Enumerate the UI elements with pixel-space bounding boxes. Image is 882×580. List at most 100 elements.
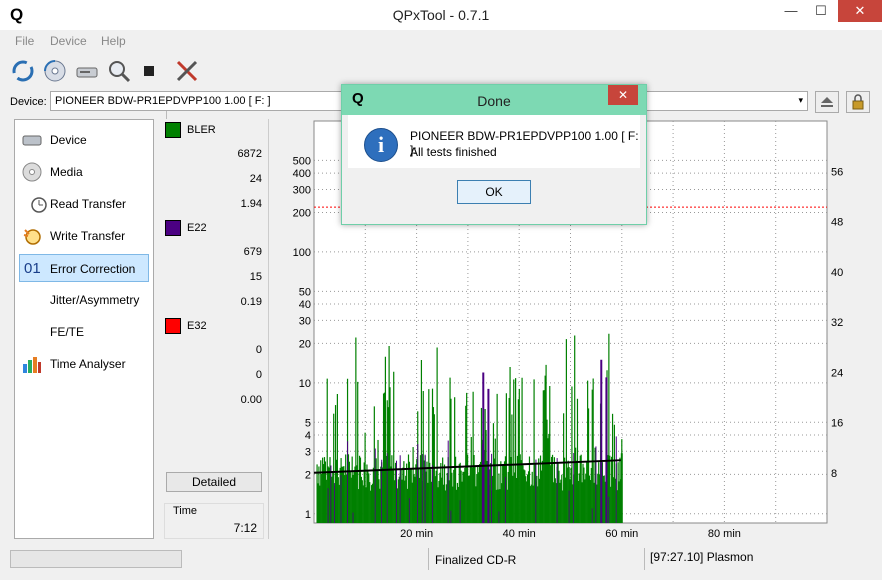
stats-panel: BLER 6872 24 1.94 E22 679 15 0.19 E32 0 … [160, 119, 269, 539]
bler-name: BLER [187, 124, 216, 136]
bler-max: 24 [249, 173, 262, 185]
time-label: Time [173, 505, 198, 517]
time-box: Time 7:12 [164, 503, 264, 539]
status-bar: Finalized CD-R [97:27.10] Plasmon [0, 546, 882, 580]
eject-button[interactable] [815, 91, 839, 113]
tools-icon[interactable] [174, 58, 200, 84]
binary-01-icon: 01 [24, 260, 41, 277]
title-bar: Q QPxTool - 0.7.1 — ☐ ✕ [0, 0, 882, 30]
media-type-status: Finalized CD-R [435, 553, 517, 567]
nav-label: Time Analyser [50, 357, 126, 371]
search-disc-icon[interactable] [106, 58, 132, 84]
stop-icon[interactable] [136, 58, 162, 84]
y-left-tick-label: 3 [305, 446, 311, 458]
bar-chart-icon [22, 354, 42, 374]
bler-swatch [165, 122, 181, 138]
info-icon: i [364, 128, 398, 162]
y-left-tick-label: 200 [293, 208, 311, 220]
y-left-tick-label: 40 [299, 299, 311, 311]
y-left-tick-label: 4 [305, 430, 311, 442]
y-left-tick-label: 30 [299, 315, 311, 327]
y-right-tick-label: 48 [831, 217, 843, 229]
y-left-tick-label: 5 [305, 417, 311, 429]
device-select-value: PIONEER BDW-PR1EPDVPP100 1.00 [ F: ] [55, 95, 271, 107]
refresh-icon[interactable] [10, 58, 36, 84]
device-label: Device: [10, 96, 47, 108]
menu-device[interactable]: Device [50, 34, 87, 48]
nav-label: Error Correction [50, 262, 136, 276]
e22-max: 15 [249, 271, 262, 283]
nav-item-time-analyser[interactable]: Time Analyser [19, 350, 149, 378]
y-right-tick-label: 40 [831, 267, 843, 279]
y-left-tick-label: 50 [299, 286, 311, 298]
x-tick-label: 20 min [400, 528, 433, 540]
dialog-message-status: All tests finished [410, 145, 497, 159]
bler-avg: 1.94 [240, 198, 262, 210]
y-right-tick-label: 32 [831, 317, 843, 329]
detailed-button[interactable]: Detailed [166, 472, 262, 492]
e22-swatch [165, 220, 181, 236]
nav-item-jitter-asymmetry[interactable]: Jitter/Asymmetry [19, 286, 149, 314]
toolbar [0, 52, 882, 134]
disc-scan-icon[interactable] [42, 58, 68, 84]
nav-item-write-transfer[interactable]: Write Transfer [19, 222, 149, 250]
y-left-tick-label: 100 [293, 247, 311, 259]
nav-label: Jitter/Asymmetry [50, 293, 140, 307]
nav-item-error-correction[interactable]: 01 Error Correction [19, 254, 149, 282]
e22-name: E22 [187, 222, 207, 234]
y-right-tick-label: 24 [831, 367, 843, 379]
e22-avg: 0.19 [240, 296, 262, 308]
media-id-status: [97:27.10] Plasmon [650, 550, 754, 564]
e32-total: 0 [255, 344, 262, 356]
x-tick-label: 60 min [605, 528, 638, 540]
progress-bar [10, 550, 182, 568]
nav-label: FE/TE [50, 325, 85, 339]
nav-item-media[interactable]: Media [19, 158, 149, 186]
dialog-title-bar: Q Done ✕ [342, 85, 646, 115]
nav-label: Device [50, 133, 87, 147]
window-title: QPxTool - 0.7.1 [392, 7, 490, 23]
dialog-footer: OK [348, 168, 640, 218]
nav-label: Write Transfer [50, 229, 126, 243]
clock-icon [29, 194, 49, 214]
y-left-tick-label: 10 [299, 378, 311, 390]
e32-name: E32 [187, 320, 207, 332]
x-tick-label: 40 min [503, 528, 536, 540]
nav-item-read-transfer[interactable]: Read Transfer [19, 190, 149, 218]
lock-button[interactable] [846, 91, 870, 113]
test-nav: Device Media Read Transfer Write Transfe… [14, 119, 154, 539]
menu-help[interactable]: Help [101, 34, 126, 48]
y-left-tick-label: 2 [305, 469, 311, 481]
done-dialog: Q Done ✕ i PIONEER BDW-PR1EPDVPP100 1.00… [341, 84, 647, 225]
y-left-tick-label: 300 [293, 184, 311, 196]
time-value: 7:12 [233, 521, 257, 535]
y-left-tick-label: 20 [299, 338, 311, 350]
y-right-tick-label: 8 [831, 468, 837, 480]
disc-icon [22, 162, 42, 182]
nav-label: Read Transfer [50, 197, 127, 211]
minimize-button[interactable]: — [776, 0, 806, 22]
nav-label: Media [50, 165, 83, 179]
chevron-down-icon: ▾ [798, 95, 803, 105]
status-separator [644, 548, 645, 570]
device-icon[interactable] [74, 58, 100, 84]
dialog-title: Done [477, 93, 511, 109]
nav-item-device[interactable]: Device [19, 126, 149, 154]
y-right-tick-label: 56 [831, 166, 843, 178]
dialog-close-button[interactable]: ✕ [608, 85, 638, 105]
e32-avg: 0.00 [240, 394, 262, 406]
ok-button[interactable]: OK [457, 180, 531, 204]
maximize-button[interactable]: ☐ [806, 0, 836, 22]
y-left-tick-label: 500 [293, 155, 311, 167]
e32-swatch [165, 318, 181, 334]
y-left-tick-label: 1 [305, 509, 311, 521]
nav-item-fe-te[interactable]: FE/TE [19, 318, 149, 346]
y-right-tick-label: 16 [831, 418, 843, 430]
y-left-tick-label: 400 [293, 168, 311, 180]
menu-bar: File Device Help [0, 30, 882, 52]
x-tick-label: 80 min [708, 528, 741, 540]
menu-file[interactable]: File [15, 34, 34, 48]
close-button[interactable]: ✕ [838, 0, 882, 22]
bler-total: 6872 [237, 148, 262, 160]
e22-total: 679 [243, 246, 262, 258]
